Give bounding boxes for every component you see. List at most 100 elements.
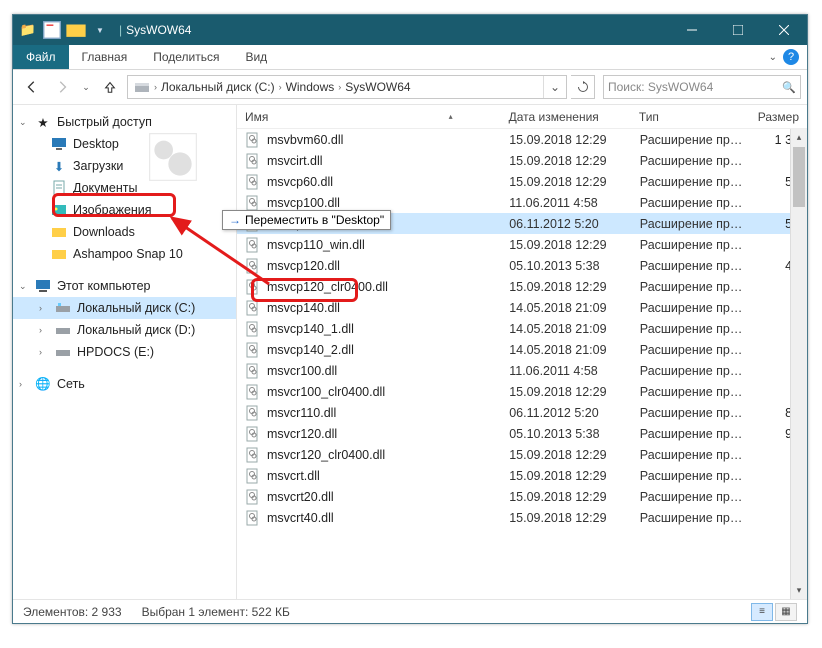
file-type-cell: Расширение при...: [632, 511, 751, 525]
scrollbar[interactable]: ▴ ▾: [790, 129, 807, 599]
nav-drive-e[interactable]: ›HPDOCS (E:): [13, 341, 236, 363]
file-row[interactable]: msvcirt.dll15.09.2018 12:29Расширение пр…: [237, 150, 807, 171]
tab-file[interactable]: Файл: [13, 45, 69, 69]
back-button[interactable]: [19, 74, 45, 100]
file-type-cell: Расширение при...: [632, 469, 751, 483]
tab-share[interactable]: Поделиться: [140, 45, 232, 69]
file-row[interactable]: msvcr120.dll05.10.2013 5:38Расширение пр…: [237, 423, 807, 444]
tab-view[interactable]: Вид: [232, 45, 280, 69]
address-dropdown-icon[interactable]: ⌄: [543, 76, 566, 98]
drive-icon: [55, 322, 71, 338]
file-name-cell: msvcr120_clr0400.dll: [237, 447, 501, 463]
qat-properties-icon[interactable]: [41, 19, 63, 41]
view-details-button[interactable]: ≡: [751, 603, 773, 621]
title-separator: |: [119, 23, 122, 37]
file-name-cell: msvcp140.dll: [237, 300, 501, 316]
file-row[interactable]: msvcrt20.dll15.09.2018 12:29Расширение п…: [237, 486, 807, 507]
column-headers: Имя▴ Дата изменения Тип Размер: [237, 105, 807, 129]
col-name[interactable]: Имя▴: [237, 110, 501, 124]
address-bar[interactable]: › Локальный диск (C:) › Windows › SysWOW…: [127, 75, 567, 99]
file-row[interactable]: msvcp120.dll05.10.2013 5:38Расширение пр…: [237, 255, 807, 276]
nav-downloads-en[interactable]: Downloads: [13, 221, 236, 243]
file-name-cell: msvbvm60.dll: [237, 132, 501, 148]
file-row[interactable]: msvcp60.dll15.09.2018 12:29Расширение пр…: [237, 171, 807, 192]
scroll-thumb[interactable]: [793, 147, 805, 207]
refresh-button[interactable]: [571, 75, 595, 99]
nav-ashampoo[interactable]: Ashampoo Snap 10: [13, 243, 236, 265]
file-row[interactable]: msvbvm60.dll15.09.2018 12:29Расширение п…: [237, 129, 807, 150]
col-date[interactable]: Дата изменения: [501, 110, 631, 124]
file-row[interactable]: msvcp140_1.dll14.05.2018 21:09Расширение…: [237, 318, 807, 339]
file-rows: msvbvm60.dll15.09.2018 12:29Расширение п…: [237, 129, 807, 599]
nav-drive-c[interactable]: ›Локальный диск (C:): [13, 297, 236, 319]
breadcrumb-windows[interactable]: Windows: [282, 80, 339, 94]
file-date-cell: 15.09.2018 12:29: [501, 133, 632, 147]
status-count: Элементов: 2 933: [23, 605, 122, 619]
file-date-cell: 05.10.2013 5:38: [501, 427, 632, 441]
nav-documents[interactable]: Документы: [13, 177, 236, 199]
file-date-cell: 15.09.2018 12:29: [501, 490, 632, 504]
search-icon: 🔍: [782, 81, 796, 94]
scroll-up-icon[interactable]: ▴: [791, 129, 807, 146]
file-row[interactable]: msvcp140_2.dll14.05.2018 21:09Расширение…: [237, 339, 807, 360]
file-row[interactable]: msvcr110.dll06.11.2012 5:20Расширение пр…: [237, 402, 807, 423]
ribbon-tabs: Файл Главная Поделиться Вид ⌄ ?: [13, 45, 807, 70]
breadcrumb-drive[interactable]: Локальный диск (C:): [157, 80, 279, 94]
title-bar: ▼ | SysWOW64: [13, 15, 807, 45]
file-row[interactable]: msvcr120_clr0400.dll15.09.2018 12:29Расш…: [237, 444, 807, 465]
minimize-button[interactable]: [669, 15, 715, 45]
maximize-button[interactable]: [715, 15, 761, 45]
close-button[interactable]: [761, 15, 807, 45]
file-type-cell: Расширение при...: [632, 406, 751, 420]
col-type[interactable]: Тип: [631, 110, 750, 124]
drive-icon: [55, 300, 71, 316]
col-size[interactable]: Размер: [750, 110, 807, 124]
sort-asc-icon: ▴: [449, 112, 453, 121]
star-icon: ★: [35, 114, 51, 130]
file-name-cell: msvcp110_win.dll: [237, 237, 501, 253]
help-icon[interactable]: ?: [783, 49, 799, 65]
file-name-cell: msvcp120_clr0400.dll: [237, 279, 501, 295]
forward-button[interactable]: [49, 74, 75, 100]
folder-icon: [51, 246, 67, 262]
file-name-cell: msvcp100.dll: [237, 195, 501, 211]
nav-quick-access[interactable]: ⌄★Быстрый доступ: [13, 111, 236, 133]
file-date-cell: 15.09.2018 12:29: [501, 448, 632, 462]
file-date-cell: 14.05.2018 21:09: [501, 301, 632, 315]
breadcrumb-syswow64[interactable]: SysWOW64: [341, 80, 414, 94]
file-list-pane: Имя▴ Дата изменения Тип Размер msvbvm60.…: [237, 105, 807, 599]
search-input[interactable]: Поиск: SysWOW64 🔍: [603, 75, 801, 99]
file-name-cell: msvcirt.dll: [237, 153, 501, 169]
file-type-cell: Расширение при...: [632, 385, 751, 399]
file-date-cell: 15.09.2018 12:29: [501, 175, 632, 189]
nav-pictures[interactable]: Изображения: [13, 199, 236, 221]
file-row[interactable]: msvcr100_clr0400.dll15.09.2018 12:29Расш…: [237, 381, 807, 402]
tab-home[interactable]: Главная: [69, 45, 141, 69]
qat-newfolder-icon[interactable]: [65, 19, 87, 41]
file-name-cell: msvcp140_1.dll: [237, 321, 501, 337]
file-date-cell: 06.11.2012 5:20: [501, 217, 632, 231]
nav-this-pc[interactable]: ⌄Этот компьютер: [13, 275, 236, 297]
view-large-button[interactable]: ▦: [775, 603, 797, 621]
file-row[interactable]: msvcrt.dll15.09.2018 12:29Расширение при…: [237, 465, 807, 486]
file-row[interactable]: msvcp120_clr0400.dll15.09.2018 12:29Расш…: [237, 276, 807, 297]
nav-drive-d[interactable]: ›Локальный диск (D:): [13, 319, 236, 341]
nav-network[interactable]: ›🌐Сеть: [13, 373, 236, 395]
file-date-cell: 15.09.2018 12:29: [501, 511, 632, 525]
status-bar: Элементов: 2 933 Выбран 1 элемент: 522 К…: [13, 599, 807, 623]
scroll-down-icon[interactable]: ▾: [791, 582, 807, 599]
nav-downloads[interactable]: ⬇Загрузки: [13, 155, 236, 177]
qat-dropdown-icon[interactable]: ▼: [89, 19, 111, 41]
document-icon: [51, 180, 67, 196]
up-button[interactable]: [97, 74, 123, 100]
nav-desktop[interactable]: Desktop: [13, 133, 236, 155]
file-row[interactable]: msvcrt40.dll15.09.2018 12:29Расширение п…: [237, 507, 807, 528]
file-row[interactable]: msvcr100.dll11.06.2011 4:58Расширение пр…: [237, 360, 807, 381]
file-type-cell: Расширение при...: [632, 259, 751, 273]
expand-ribbon-icon[interactable]: ⌄: [769, 52, 777, 63]
file-type-cell: Расширение при...: [632, 301, 751, 315]
file-row[interactable]: msvcp110_win.dll15.09.2018 12:29Расширен…: [237, 234, 807, 255]
file-type-cell: Расширение при...: [632, 175, 751, 189]
recent-dropdown[interactable]: ⌄: [79, 74, 93, 100]
file-row[interactable]: msvcp140.dll14.05.2018 21:09Расширение п…: [237, 297, 807, 318]
